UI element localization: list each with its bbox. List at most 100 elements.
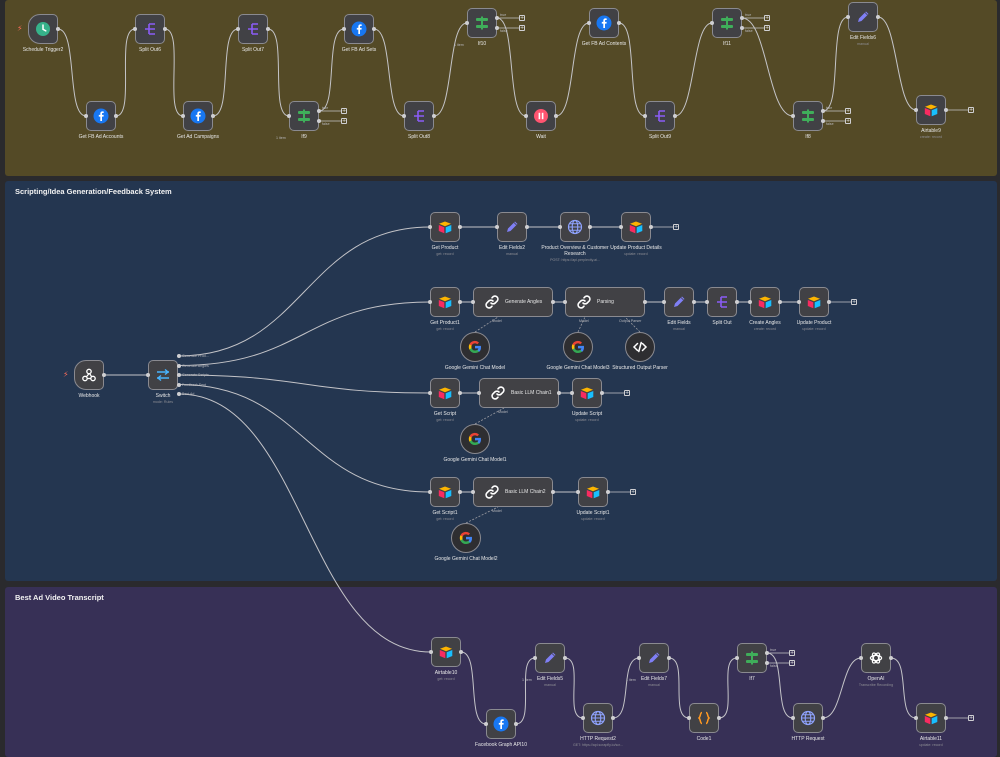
connection-wire[interactable] — [460, 651, 487, 725]
input-port[interactable] — [914, 716, 918, 720]
node-airtable10[interactable] — [431, 637, 461, 667]
output-port[interactable] — [944, 108, 948, 112]
node-airtable11[interactable] — [916, 703, 946, 733]
node-if8[interactable] — [793, 101, 823, 131]
node-update-script[interactable] — [572, 378, 602, 408]
connection-wire[interactable] — [612, 657, 640, 719]
output-port-false[interactable] — [495, 26, 499, 30]
connection-wire[interactable] — [318, 28, 345, 112]
add-node-button[interactable]: + — [341, 118, 347, 124]
node-get-product1[interactable] — [430, 287, 460, 317]
node-edit-fields[interactable] — [664, 287, 694, 317]
output-port[interactable] — [821, 716, 825, 720]
connection-wire[interactable] — [822, 16, 849, 112]
add-node-button[interactable]: + — [851, 299, 857, 305]
input-port[interactable] — [477, 391, 481, 395]
node-split-out[interactable] — [707, 287, 737, 317]
node-basic-llm-chain1[interactable]: Basic LLM Chain1 — [479, 378, 559, 408]
add-node-button[interactable]: + — [845, 118, 851, 124]
input-port[interactable] — [471, 300, 475, 304]
input-port[interactable] — [619, 225, 623, 229]
output-port-false[interactable] — [740, 26, 744, 30]
add-node-button[interactable]: + — [764, 25, 770, 31]
output-port[interactable] — [667, 656, 671, 660]
output-port[interactable] — [827, 300, 831, 304]
node-update-product[interactable] — [799, 287, 829, 317]
switch-output-port[interactable] — [177, 382, 181, 387]
output-port[interactable] — [551, 300, 555, 304]
add-node-button[interactable]: + — [673, 224, 679, 230]
node-edit-fields7[interactable] — [639, 643, 669, 673]
connection-wire[interactable] — [668, 657, 690, 719]
input-port[interactable] — [710, 21, 714, 25]
node-get-product[interactable] — [430, 212, 460, 242]
connection-wire[interactable] — [373, 28, 405, 117]
node-edit-fields2[interactable] — [497, 212, 527, 242]
input-port[interactable] — [637, 656, 641, 660]
output-port[interactable] — [102, 373, 106, 377]
input-port[interactable] — [735, 656, 739, 660]
add-node-button[interactable]: + — [789, 650, 795, 656]
input-port[interactable] — [428, 225, 432, 229]
switch-output-port[interactable] — [177, 354, 181, 358]
node-split-out9[interactable] — [645, 101, 675, 131]
connection-wire[interactable] — [178, 374, 431, 394]
node-edit-fields5[interactable] — [535, 643, 565, 673]
input-port[interactable] — [662, 300, 666, 304]
output-port[interactable] — [372, 27, 376, 31]
connection-wire[interactable] — [877, 16, 917, 111]
input-port[interactable] — [705, 300, 709, 304]
node-generate-angles[interactable]: Generate Angles — [473, 287, 553, 317]
input-port[interactable] — [471, 490, 475, 494]
output-port-true[interactable] — [821, 109, 825, 113]
add-node-button[interactable]: + — [624, 390, 630, 396]
output-port-false[interactable] — [821, 119, 825, 123]
node-structured-output-parser[interactable] — [625, 332, 655, 362]
input-port[interactable] — [859, 656, 863, 660]
output-port[interactable] — [600, 391, 604, 395]
input-port[interactable] — [495, 225, 499, 229]
connection-wire[interactable] — [433, 22, 468, 117]
input-port[interactable] — [570, 391, 574, 395]
input-port[interactable] — [581, 716, 585, 720]
output-port[interactable] — [432, 114, 436, 118]
input-port[interactable] — [576, 490, 580, 494]
input-port[interactable] — [428, 490, 432, 494]
node-wait[interactable] — [526, 101, 556, 131]
input-port[interactable] — [791, 114, 795, 118]
input-port[interactable] — [484, 722, 488, 726]
input-port[interactable] — [287, 114, 291, 118]
input-port[interactable] — [236, 27, 240, 31]
output-port-true[interactable] — [740, 16, 744, 20]
node-if11[interactable] — [712, 8, 742, 38]
output-port[interactable] — [514, 722, 518, 726]
connection-wire[interactable] — [618, 22, 646, 117]
output-port[interactable] — [525, 225, 529, 229]
output-port[interactable] — [114, 114, 118, 118]
input-port[interactable] — [791, 716, 795, 720]
input-port[interactable] — [748, 300, 752, 304]
output-port[interactable] — [692, 300, 696, 304]
output-port[interactable] — [56, 27, 60, 31]
connection-wire[interactable] — [515, 657, 536, 725]
add-node-button[interactable]: + — [519, 15, 525, 21]
output-port[interactable] — [643, 300, 647, 304]
add-node-button[interactable]: + — [968, 715, 974, 721]
node-product-overview-customer-research[interactable] — [560, 212, 590, 242]
output-port[interactable] — [458, 391, 462, 395]
output-port[interactable] — [673, 114, 677, 118]
output-port[interactable] — [551, 490, 555, 494]
output-port[interactable] — [459, 650, 463, 654]
add-node-button[interactable]: + — [630, 489, 636, 495]
node-basic-llm-chain2[interactable]: Basic LLM Chain2 — [473, 477, 553, 507]
output-port[interactable] — [163, 27, 167, 31]
input-port[interactable] — [429, 650, 433, 654]
node-http-request2[interactable] — [583, 703, 613, 733]
output-port-false[interactable] — [317, 119, 321, 123]
switch-output-port[interactable] — [177, 373, 181, 377]
node-split-out6[interactable] — [135, 14, 165, 44]
input-port[interactable] — [797, 300, 801, 304]
output-port[interactable] — [649, 225, 653, 229]
add-node-button[interactable]: + — [968, 107, 974, 113]
input-port[interactable] — [133, 27, 137, 31]
